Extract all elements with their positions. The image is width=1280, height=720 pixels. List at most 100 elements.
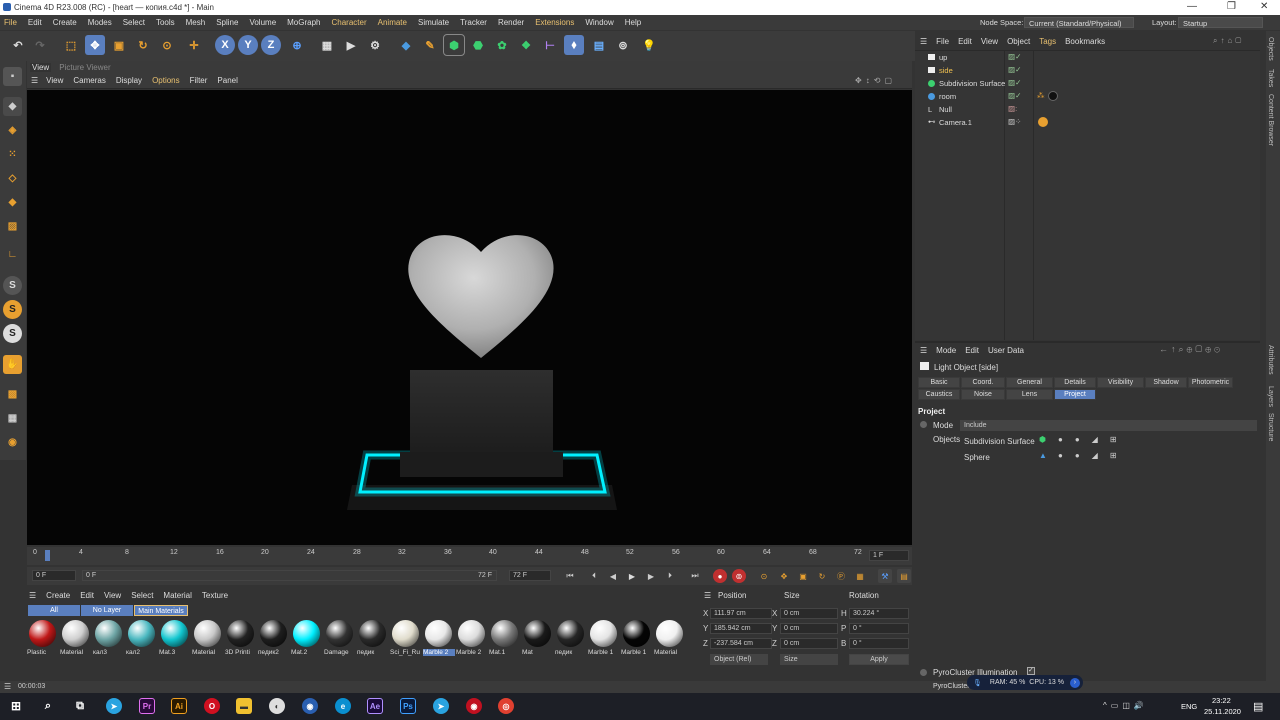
render-view-icon[interactable]: ▶ [341,35,361,55]
timeline-ruler[interactable]: 0 4 8 12 16 20 24 28 32 36 40 44 48 52 5… [27,547,912,565]
scale-icon[interactable]: ▣ [109,35,129,55]
axis-x-button[interactable]: X [215,35,235,55]
clock-date[interactable]: 25.11.2020 [1204,707,1241,716]
after-effects-icon[interactable]: Ae [367,698,383,714]
tab-noise[interactable]: Noise [961,389,1005,400]
side-tab-structure[interactable]: Structure [1267,413,1274,441]
lock-icon[interactable]: ▦ [3,409,22,428]
axis-y-button[interactable]: Y [238,35,258,55]
system-tray-icon[interactable]: ^▭◫🔊 [1103,701,1148,710]
omenu-edit[interactable]: Edit [958,37,972,46]
menu-simulate[interactable]: Simulate [418,18,449,27]
rotate-icon[interactable]: ↻ [133,35,153,55]
menu-edit[interactable]: Edit [28,18,42,27]
keyframe-selection-icon[interactable]: ⊙ [757,569,771,583]
material-swatch[interactable]: Marble 2 [456,620,488,656]
tab-coord[interactable]: Coord. [961,377,1005,388]
amenu-mode[interactable]: Mode [936,346,956,355]
close-button[interactable]: ✕ [1260,1,1268,12]
size-x-field[interactable]: 0 cm [780,608,838,619]
minimize-button[interactable]: — [1187,1,1197,12]
mmenu-texture[interactable]: Texture [202,591,228,600]
camera-tag-icon[interactable] [1038,117,1048,127]
material-swatch[interactable]: Material [60,620,92,656]
material-swatch[interactable]: педик [555,620,587,656]
material-swatch[interactable]: кал2 [126,620,158,656]
material-swatch[interactable]: кал3 [93,620,125,656]
bend-icon[interactable]: ⊢ [540,35,560,55]
visibility-check-icon[interactable]: ▨⁘ [1008,117,1021,126]
tab-view[interactable]: View [30,62,52,72]
filter-main-materials[interactable]: Main Materials [134,605,188,616]
key-param-icon[interactable]: Ⓟ [834,569,848,583]
menu-file[interactable]: File [4,18,17,27]
mmenu-edit[interactable]: Edit [80,591,94,600]
tab-lens[interactable]: Lens [1006,389,1053,400]
node-space-dropdown[interactable]: Current (Standard/Physical) [1024,17,1134,28]
object-row[interactable]: Subdivision Surface ▨✓ [920,78,1260,90]
pyrocluster-checkbox[interactable]: ✓ [1027,667,1035,675]
position-z-field[interactable]: -237.584 cm [710,638,772,649]
omenu-bookmarks[interactable]: Bookmarks [1065,37,1105,46]
amenu-user-data[interactable]: User Data [988,346,1024,355]
tab-project[interactable]: Project [1054,389,1096,400]
grid-icon[interactable]: ▩ [3,385,22,404]
menu-extensions[interactable]: Extensions [535,18,574,27]
size-z-field[interactable]: 0 cm [780,638,838,649]
attribute-nav-icon[interactable]: ←↑⌕⊕▢⊕⊙ [1159,344,1223,355]
polygons-mode-icon[interactable]: ◆ [3,193,22,212]
omenu-view[interactable]: View [981,37,998,46]
clock-time[interactable]: 23:22 [1212,696,1231,705]
file-explorer-icon[interactable]: ▬ [236,698,252,714]
prev-frame-icon[interactable]: ◀ [606,569,620,583]
illustrator-icon[interactable]: Ai [171,698,187,714]
menu-character[interactable]: Character [332,18,367,27]
include-item[interactable]: Sphere [964,453,990,462]
material-swatch[interactable]: педик [357,620,389,656]
material-swatch[interactable]: Marble 1 [588,620,620,656]
material-swatch[interactable]: Damage [324,620,356,656]
play-icon[interactable]: ▶ [625,569,639,583]
render-region-icon[interactable]: ▦ [317,35,337,55]
tab-general[interactable]: General [1006,377,1053,388]
menu-animate[interactable]: Animate [378,18,407,27]
rotation-h-field[interactable]: 30.224 ° [849,608,909,619]
move-icon[interactable]: ✥ [85,35,105,55]
viewport-nav-icon[interactable]: ✥↕⟲▢ [855,76,896,85]
tag-icon[interactable]: ⁂ [1037,91,1045,100]
record-icon[interactable]: ● [713,569,727,583]
include-flags-icon[interactable]: ●●◢⊞ [1058,435,1129,444]
object-row[interactable]: up ▨✓ [920,52,1260,64]
include-flags-icon[interactable]: ●●◢⊞ [1058,451,1129,460]
visibility-check-icon[interactable]: ▨✓ [1008,52,1021,61]
vmenu-panel[interactable]: Panel [217,76,237,85]
material-swatch[interactable]: Marble 1 [621,620,653,656]
size-mode-dropdown[interactable]: Size [780,654,838,665]
key-scale-icon[interactable]: ▣ [796,569,810,583]
maximize-button[interactable]: ❐ [1227,1,1236,12]
menu-select[interactable]: Select [123,18,145,27]
snap-mode-icon[interactable]: S [3,324,22,343]
omenu-tags[interactable]: Tags [1039,37,1056,46]
vmenu-display[interactable]: Display [116,76,142,85]
tab-photometric[interactable]: Photometric [1188,377,1233,388]
side-tab-content-browser[interactable]: Content Browser [1267,94,1274,146]
vmenu-filter[interactable]: Filter [190,76,208,85]
key-rotation-icon[interactable]: ↻ [815,569,829,583]
mmenu-material[interactable]: Material [163,591,191,600]
material-swatch[interactable]: Material [654,620,686,656]
next-key-icon[interactable]: ⏵ [663,569,677,583]
material-swatch[interactable]: педик2 [258,620,290,656]
pen-icon[interactable]: ✎ [420,35,440,55]
motion-system-icon[interactable]: ⚒ [878,569,892,583]
menu-help[interactable]: Help [625,18,641,27]
coordinate-system-icon[interactable]: ⊕ [287,35,307,55]
mmenu-select[interactable]: Select [131,591,153,600]
side-tab-takes[interactable]: Takes [1267,69,1274,87]
app-icon[interactable]: ◉ [466,698,482,714]
rotation-p-field[interactable]: 0 ° [849,623,909,634]
include-item[interactable]: Subdivision Surface [964,437,1035,446]
snap-settings-icon[interactable]: S [3,300,22,319]
camera-icon[interactable]: ⊚ [613,35,633,55]
search-icon[interactable]: ⌕ [40,698,56,714]
